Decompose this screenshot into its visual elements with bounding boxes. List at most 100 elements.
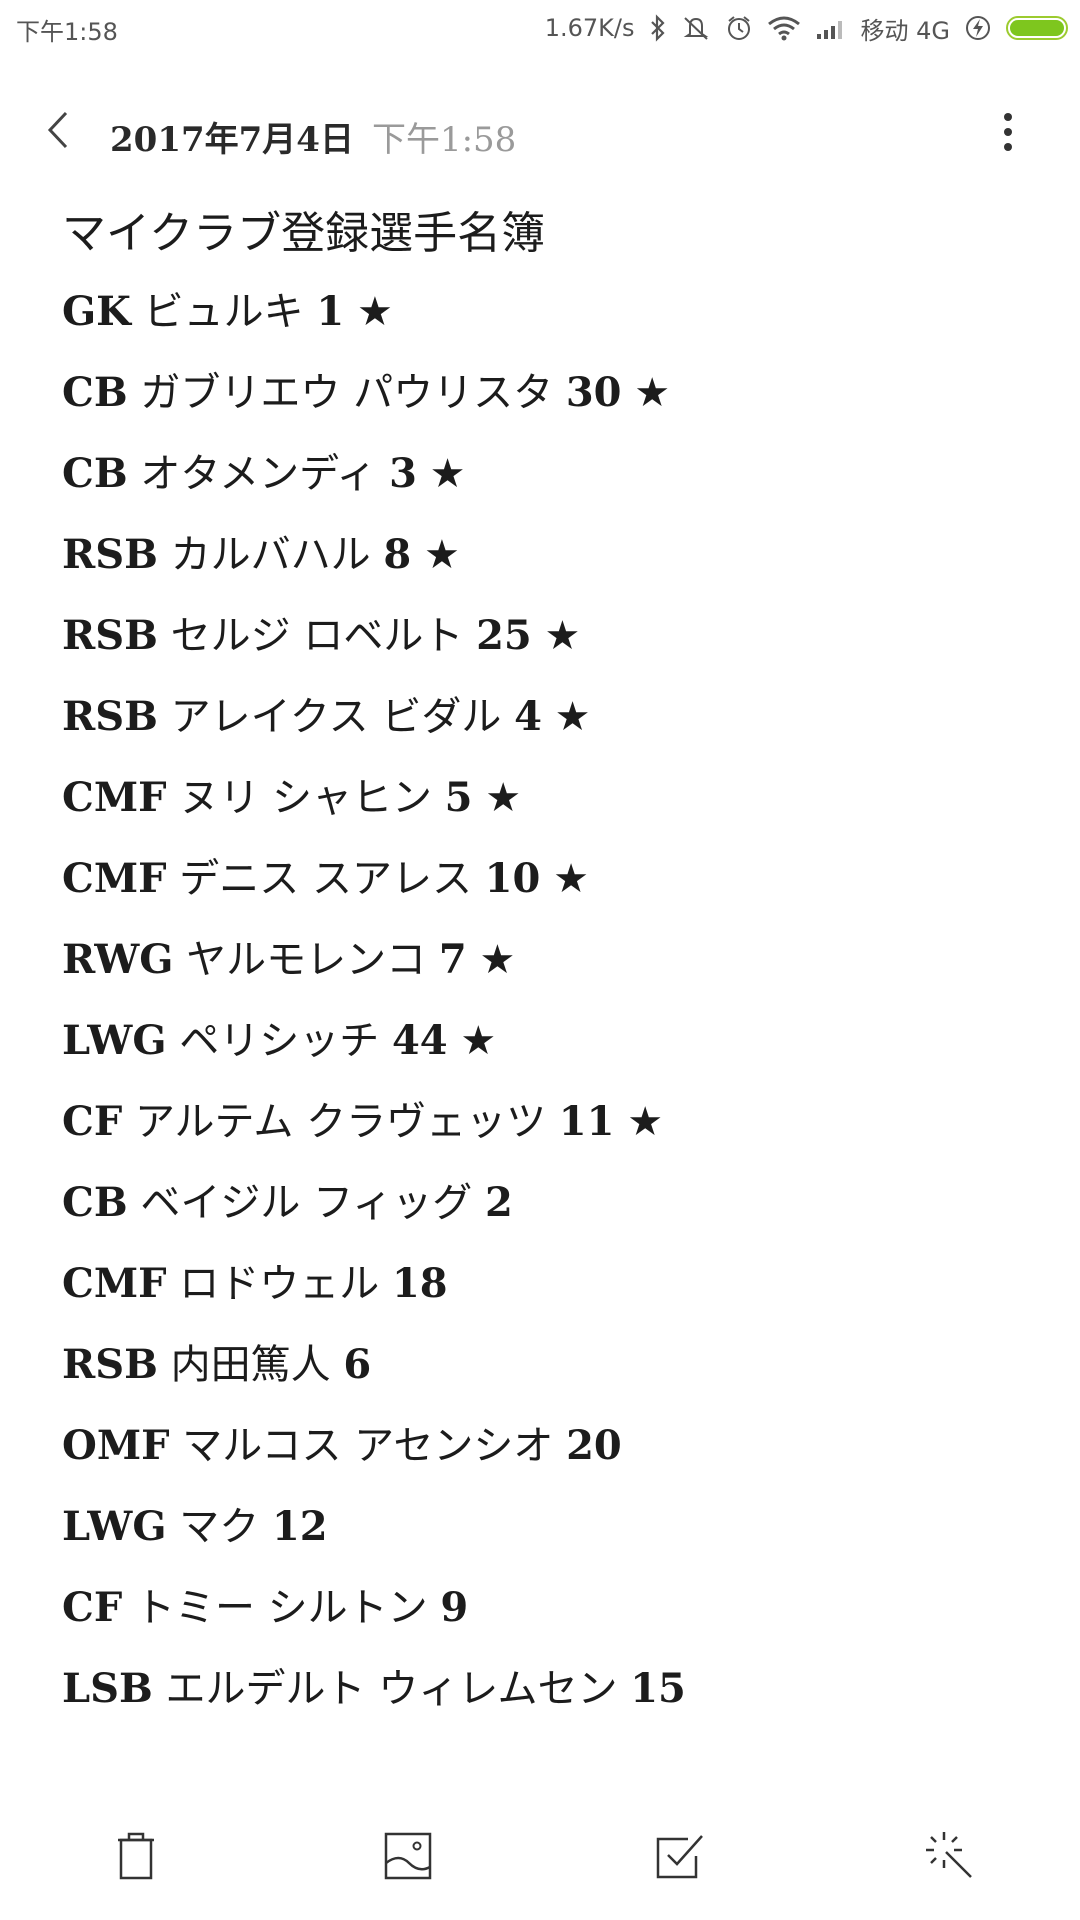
bluetooth-icon: [649, 14, 667, 42]
note-line[interactable]: CB オタメンディ 3 ★: [62, 446, 1042, 502]
more-dot: [1004, 143, 1012, 151]
note-line[interactable]: RSB 内田篤人 6: [62, 1337, 1042, 1393]
player-position: LWG: [62, 1503, 167, 1550]
more-options-button[interactable]: [988, 106, 1028, 158]
note-line[interactable]: CB ベイジル フィッグ 2: [62, 1175, 1042, 1231]
player-number: 11: [558, 1098, 615, 1145]
note-date: 2017年7月4日: [110, 120, 354, 160]
player-position: CB: [62, 1179, 128, 1226]
player-name: ベイジル フィッグ: [140, 1180, 473, 1226]
player-number: 6: [343, 1341, 372, 1388]
player-name: カルバハル: [170, 532, 371, 578]
chevron-left-icon: [44, 110, 72, 154]
status-time: 下午1:58: [16, 18, 118, 46]
note-line[interactable]: OMF マルコス アセンシオ 20: [62, 1418, 1042, 1474]
player-position: CB: [62, 450, 128, 497]
player-name: オタメンディ: [140, 451, 377, 497]
note-line[interactable]: CF アルテム クラヴェッツ 11 ★: [62, 1094, 1042, 1150]
status-icons: 1.67K/s 移动 4G: [545, 8, 1068, 48]
player-position: RSB: [62, 531, 158, 578]
player-position: CF: [62, 1098, 123, 1145]
signal-icon: [815, 16, 847, 40]
player-name: エルデルト ウィレムセン: [165, 1666, 618, 1712]
player-number: 8: [383, 531, 412, 578]
player-name: 内田篤人: [170, 1342, 331, 1388]
player-name: マルコス アセンシオ: [182, 1423, 554, 1469]
carrier-label: 移动 4G: [860, 16, 951, 45]
note-line[interactable]: CB ガブリエウ パウリスタ 30 ★: [62, 365, 1042, 421]
player-number: 18: [391, 1260, 448, 1307]
note-datetime: 2017年7月4日 下午1:58: [110, 112, 516, 161]
image-icon: [383, 1831, 433, 1885]
player-position: RSB: [62, 1341, 158, 1388]
player-position: RSB: [62, 612, 158, 659]
insert-image-button[interactable]: [376, 1826, 440, 1890]
note-line[interactable]: CMF ロドウェル 18: [62, 1256, 1042, 1312]
player-position: CMF: [62, 774, 167, 821]
note-line[interactable]: RWG ヤルモレンコ 7 ★: [62, 932, 1042, 988]
note-editor[interactable]: マイクラブ登録選手名簿 GK ビュルキ 1 ★ CB ガブリエウ パウリスタ 30…: [62, 204, 1042, 1742]
star-mark: ★: [553, 856, 589, 902]
note-line[interactable]: CMF ヌリ シャヒン 5 ★: [62, 770, 1042, 826]
note-line[interactable]: LSB エルデルト ウィレムセン 15: [62, 1661, 1042, 1717]
player-name: アルテム クラヴェッツ: [134, 1099, 547, 1145]
player-position: LWG: [62, 1017, 167, 1064]
magic-wand-icon: [924, 1830, 976, 1886]
star-mark: ★: [423, 532, 460, 578]
star-mark: ★: [634, 370, 671, 416]
player-name: マク: [179, 1504, 260, 1550]
star-mark: ★: [544, 613, 581, 659]
player-name: ビュルキ: [143, 289, 304, 335]
note-lines: GK ビュルキ 1 ★ CB ガブリエウ パウリスタ 30 ★ CB オタメンディ …: [62, 284, 1042, 1717]
player-name: セルジ ロベルト: [170, 613, 464, 659]
player-number: 3: [389, 450, 417, 497]
theme-button[interactable]: [918, 1826, 982, 1890]
note-line[interactable]: RSB カルバハル 8 ★: [62, 527, 1042, 583]
note-line[interactable]: RSB セルジ ロベルト 25 ★: [62, 608, 1042, 664]
player-name: ヌリ シャヒン: [179, 775, 432, 821]
player-number: 10: [484, 855, 541, 902]
note-title[interactable]: マイクラブ登録選手名簿: [62, 204, 1042, 264]
player-position: CMF: [62, 1260, 167, 1307]
note-line[interactable]: RSB アレイクス ビダル 4 ★: [62, 689, 1042, 745]
player-number: 7: [438, 936, 467, 983]
mute-vibrate-icon: [681, 14, 711, 42]
player-number: 44: [391, 1017, 448, 1064]
star-mark: ★: [485, 775, 522, 821]
player-name: ヤルモレンコ: [186, 937, 427, 983]
player-number: 30: [565, 369, 622, 416]
note-line[interactable]: LWG ペリシッチ 44 ★: [62, 1013, 1042, 1069]
note-line[interactable]: CF トミー シルトン 9: [62, 1580, 1042, 1636]
note-line[interactable]: LWG マク 12: [62, 1499, 1042, 1555]
player-number: 20: [566, 1422, 622, 1469]
checklist-button[interactable]: [648, 1826, 712, 1890]
player-name: アレイクス ビダル: [170, 694, 502, 740]
player-position: LSB: [62, 1665, 153, 1712]
player-number: 12: [271, 1503, 328, 1550]
alarm-icon: [725, 14, 753, 42]
player-position: RSB: [62, 693, 158, 740]
note-line[interactable]: CMF デニス スアレス 10 ★: [62, 851, 1042, 907]
checkbox-icon: [654, 1830, 706, 1886]
player-number: 15: [630, 1665, 686, 1712]
star-mark: ★: [554, 694, 591, 740]
player-position: CMF: [62, 855, 167, 902]
note-time: 下午1:58: [371, 120, 517, 160]
player-number: 4: [514, 693, 542, 740]
note-line[interactable]: GK ビュルキ 1 ★: [62, 284, 1042, 340]
delete-button[interactable]: [104, 1826, 168, 1890]
player-position: CF: [62, 1584, 123, 1631]
player-number: 2: [485, 1179, 513, 1226]
wifi-icon: [767, 15, 801, 41]
player-name: デニス スアレス: [179, 856, 472, 902]
star-mark: ★: [627, 1099, 664, 1145]
star-mark: ★: [479, 937, 516, 983]
player-number: 5: [444, 774, 473, 821]
player-position: OMF: [62, 1422, 170, 1469]
battery-fill: [1010, 20, 1064, 36]
net-speed: 1.67K/s: [544, 14, 635, 42]
back-button[interactable]: [34, 108, 82, 156]
star-mark: ★: [429, 451, 466, 497]
player-number: 9: [440, 1584, 469, 1631]
player-position: CB: [62, 369, 128, 416]
